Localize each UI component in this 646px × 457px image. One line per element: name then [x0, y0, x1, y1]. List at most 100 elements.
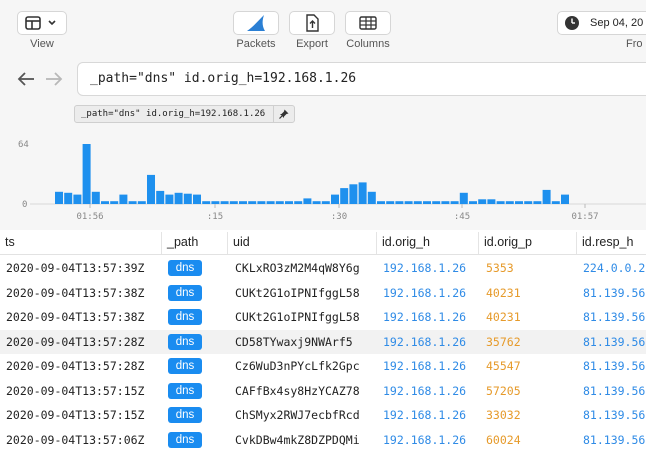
table-row[interactable]: 2020-09-04T13:57:38Z dns CUKt2G1oIPNIfggL5… [0, 305, 646, 330]
path-badge[interactable]: dns [168, 309, 202, 325]
table-row[interactable]: 2020-09-04T13:57:15Z dns ChSMyx2RWJ7ecbfRc… [0, 403, 646, 428]
resp-h-cell[interactable]: 81.139.56 [583, 428, 646, 453]
time-range-picker[interactable]: Sep 04, 20 [557, 11, 646, 35]
orig-h-cell[interactable]: 192.168.1.26 [383, 256, 478, 281]
pin-icon[interactable] [273, 106, 294, 122]
histogram-bar[interactable] [55, 191, 63, 204]
histogram-bar[interactable] [432, 201, 441, 204]
histogram-bar[interactable] [147, 174, 155, 204]
resp-h-cell[interactable]: 81.139.56 [583, 305, 646, 330]
histogram-bar[interactable] [423, 201, 431, 204]
histogram-bar[interactable] [542, 189, 551, 204]
path-badge[interactable]: dns [168, 407, 202, 423]
histogram-bar[interactable] [450, 201, 459, 204]
histogram-bar[interactable] [303, 198, 312, 204]
back-arrow-icon[interactable] [16, 69, 36, 89]
histogram-bar[interactable] [257, 201, 266, 204]
histogram-bar[interactable] [220, 201, 229, 204]
histogram-bar[interactable] [275, 201, 284, 204]
histogram-bar[interactable] [386, 201, 395, 204]
path-badge[interactable]: dns [168, 333, 202, 350]
column-header-uid[interactable]: uid [228, 232, 377, 254]
histogram-bar[interactable] [110, 201, 119, 204]
histogram-bar[interactable] [321, 201, 330, 204]
histogram-bar[interactable] [469, 201, 477, 204]
search-input[interactable]: _path="dns" id.orig_h=192.168.1.26 [77, 62, 646, 96]
path-badge[interactable]: dns [168, 260, 202, 276]
histogram-bar[interactable] [174, 192, 183, 205]
pinned-filter-pill[interactable]: _path="dns" id.orig_h=192.168.1.26 [74, 105, 296, 123]
histogram-bar[interactable] [395, 201, 404, 204]
histogram-chart[interactable]: 64 0 01:56:15:30:45 01:57 [0, 128, 646, 230]
path-badge[interactable]: dns [168, 431, 202, 448]
column-header-resp-h[interactable]: id.resp_h [577, 232, 646, 254]
histogram-bar[interactable] [82, 144, 91, 204]
orig-h-cell[interactable]: 192.168.1.26 [383, 428, 478, 453]
histogram-bar[interactable] [533, 201, 542, 204]
orig-p-cell[interactable]: 40231 [486, 281, 576, 306]
histogram-bar[interactable] [367, 191, 376, 204]
table-row[interactable]: 2020-09-04T13:57:06Z dns CvkDBw4mkZ8DZPDQM… [0, 427, 646, 453]
resp-h-cell[interactable]: 81.139.56 [583, 403, 646, 428]
histogram-bar[interactable] [312, 201, 321, 204]
histogram-bar[interactable] [358, 182, 367, 204]
histogram-bar[interactable] [331, 194, 339, 204]
histogram-bar[interactable] [377, 201, 385, 204]
histogram-bar[interactable] [137, 201, 146, 204]
histogram-bar[interactable] [404, 201, 413, 204]
histogram-bar[interactable] [119, 194, 128, 204]
histogram-bar[interactable] [183, 193, 192, 204]
histogram-bar[interactable] [165, 194, 174, 204]
histogram-bar[interactable] [340, 188, 349, 204]
histogram-bar[interactable] [193, 194, 201, 204]
histogram-bar[interactable] [73, 194, 82, 204]
histogram-bar[interactable] [349, 184, 358, 204]
histogram-bar[interactable] [211, 201, 220, 204]
histogram-bar[interactable] [478, 199, 487, 204]
orig-h-cell[interactable]: 192.168.1.26 [383, 281, 478, 306]
histogram-bar[interactable] [248, 201, 257, 204]
resp-h-cell[interactable]: 81.139.56 [583, 281, 646, 306]
orig-h-cell[interactable]: 192.168.1.26 [383, 354, 478, 379]
histogram-bar[interactable] [496, 201, 505, 204]
histogram-bar[interactable] [202, 201, 211, 204]
column-header-orig-p[interactable]: id.orig_p [479, 232, 577, 254]
histogram-bar[interactable] [91, 191, 100, 204]
histogram-bar[interactable] [441, 201, 450, 204]
histogram-bar[interactable] [505, 201, 514, 204]
resp-h-cell[interactable]: 81.139.56 [583, 379, 646, 404]
export-button[interactable] [289, 11, 335, 35]
path-badge[interactable]: dns [168, 382, 202, 399]
resp-h-cell[interactable]: 81.139.56 [583, 330, 646, 355]
histogram-bar[interactable] [459, 192, 468, 205]
table-row[interactable]: 2020-09-04T13:57:15Z dns CAFfBx4sy8HzYCAZ7… [0, 378, 646, 404]
orig-h-cell[interactable]: 192.168.1.26 [383, 403, 478, 428]
histogram-bar[interactable] [229, 201, 238, 204]
orig-p-cell[interactable]: 45547 [486, 354, 576, 379]
orig-p-cell[interactable]: 60024 [486, 428, 576, 453]
histogram-bar[interactable] [294, 201, 303, 204]
table-row[interactable]: 2020-09-04T13:57:39Z dns CKLxRO3zM2M4qW8Y6… [0, 256, 646, 281]
histogram-bar[interactable] [524, 201, 533, 204]
view-button[interactable] [17, 11, 67, 35]
forward-arrow-icon[interactable] [44, 69, 64, 89]
table-row[interactable]: 2020-09-04T13:57:38Z dns CUKt2G1oIPNIfggL5… [0, 280, 646, 306]
histogram-bar[interactable] [266, 201, 275, 204]
histogram-bar[interactable] [285, 201, 293, 204]
orig-p-cell[interactable]: 35762 [486, 330, 576, 355]
orig-h-cell[interactable]: 192.168.1.26 [383, 379, 478, 404]
histogram-bar[interactable] [239, 201, 247, 204]
packets-button[interactable] [233, 11, 279, 35]
orig-p-cell[interactable]: 57205 [486, 379, 576, 404]
orig-p-cell[interactable]: 33032 [486, 403, 576, 428]
histogram-bar[interactable] [101, 201, 109, 204]
orig-h-cell[interactable]: 192.168.1.26 [383, 305, 478, 330]
path-badge[interactable]: dns [168, 358, 202, 374]
histogram-bar[interactable] [551, 201, 560, 204]
histogram-bar[interactable] [487, 199, 496, 204]
orig-h-cell[interactable]: 192.168.1.26 [383, 330, 478, 355]
columns-button[interactable] [345, 11, 391, 35]
orig-p-cell[interactable]: 40231 [486, 305, 576, 330]
table-row[interactable]: 2020-09-04T13:57:28Z dns CD58TYwaxj9NWArf5… [0, 329, 646, 355]
histogram-bar[interactable] [561, 194, 569, 204]
